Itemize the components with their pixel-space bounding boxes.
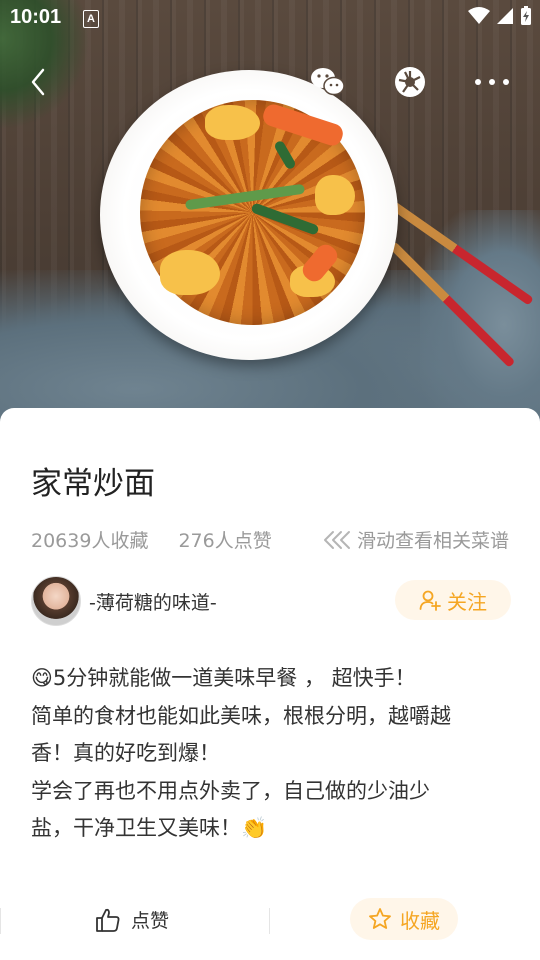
- description-line: 学会了再也不用点外卖了，自己做的少油少: [31, 778, 430, 803]
- status-bar: 10:01 A: [0, 0, 540, 36]
- double-chevron-left-icon: [323, 530, 350, 549]
- like-button[interactable]: 点赞: [95, 906, 169, 933]
- bottom-action-bar: 点赞 收藏: [0, 898, 540, 948]
- thumbs-up-icon: [96, 908, 120, 932]
- egg-piece: [205, 105, 260, 140]
- likes-count: 276人点赞: [178, 530, 272, 552]
- status-icons: [468, 6, 532, 26]
- author-avatar[interactable]: [31, 576, 81, 626]
- star-icon: [369, 908, 391, 929]
- wechat-icon: [311, 68, 345, 96]
- description-text: 盐，干净卫生又美味！: [31, 816, 241, 840]
- share-moments-button[interactable]: [388, 60, 432, 104]
- swipe-related-hint[interactable]: 滑动查看相关菜谱: [323, 526, 509, 553]
- recipe-detail-sheet: 家常炒面 20639人收藏 276人点赞 滑动查看相关菜谱 -薄荷糖的味道- 关…: [0, 408, 540, 960]
- favorite-button[interactable]: 收藏: [350, 898, 458, 940]
- battery-icon: [521, 6, 531, 25]
- author-row: -薄荷糖的味道- 关注: [31, 576, 511, 626]
- like-label: 点赞: [131, 910, 170, 932]
- description-line: 香！真的好吃到爆！: [31, 741, 220, 765]
- recipe-stats: 20639人收藏 276人点赞: [31, 526, 272, 553]
- divider: [0, 908, 1, 934]
- more-dots-icon: [475, 79, 509, 85]
- share-wechat-button[interactable]: [306, 60, 350, 104]
- status-time: 10:01: [10, 6, 62, 28]
- favorite-label: 收藏: [400, 908, 440, 933]
- back-button[interactable]: [16, 60, 60, 104]
- aperture-icon: [395, 67, 425, 97]
- author-name[interactable]: -薄荷糖的味道-: [89, 588, 217, 615]
- wifi-icon: [468, 7, 490, 24]
- divider: [269, 908, 270, 934]
- clapping-emoji-icon: 👏: [241, 816, 268, 840]
- description-text: 5分钟就能做一道美味早餐 ， 超快手！: [52, 666, 416, 690]
- more-button[interactable]: [470, 60, 514, 104]
- notification-icon: A: [83, 10, 99, 28]
- chevron-left-icon: [31, 68, 45, 96]
- description-line: 😋5分钟就能做一道美味早餐 ， 超快手！: [31, 660, 515, 698]
- egg-piece: [160, 250, 220, 295]
- cloth-decoration-right: [420, 210, 540, 440]
- recipe-title: 家常炒面: [31, 466, 155, 502]
- recipe-description: 😋5分钟就能做一道美味早餐 ， 超快手！ 简单的食材也能如此美味，根根分明，越嚼…: [31, 660, 515, 848]
- signal-icon: [497, 8, 513, 24]
- top-navigation: [0, 60, 540, 110]
- follow-button[interactable]: 关注: [395, 580, 511, 620]
- swipe-hint-label: 滑动查看相关菜谱: [356, 530, 509, 552]
- description-line: 盐，干净卫生又美味！👏: [31, 810, 515, 848]
- favorites-count: 20639人收藏: [31, 530, 149, 552]
- description-line: 简单的食材也能如此美味，根根分明，越嚼越: [31, 703, 451, 728]
- follow-label: 关注: [447, 589, 487, 614]
- egg-piece: [315, 175, 355, 215]
- add-user-icon: [419, 590, 441, 611]
- smiley-emoji-icon: 😋: [31, 666, 53, 690]
